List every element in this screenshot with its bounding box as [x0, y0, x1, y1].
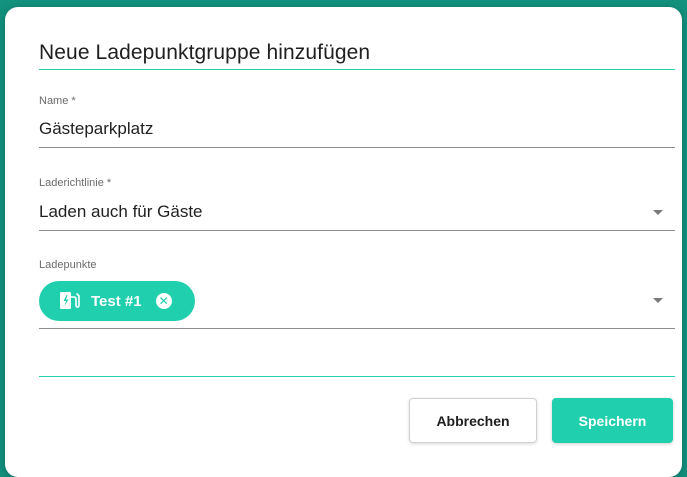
- policy-select-underline: [39, 230, 675, 231]
- name-field-label: Name *: [39, 95, 76, 107]
- name-field-underline: [39, 147, 675, 148]
- policy-field-label: Laderichtlinie *: [39, 177, 112, 189]
- chargepoints-select-underline: [39, 328, 675, 329]
- name-field[interactable]: Gästeparkplatz: [39, 119, 153, 139]
- policy-select[interactable]: Laden auch für Gäste: [39, 202, 203, 222]
- title-divider: [39, 69, 675, 70]
- chip-remove-icon[interactable]: ✕: [155, 293, 172, 309]
- dialog-title: Neue Ladepunktgruppe hinzufügen: [39, 41, 371, 64]
- policy-dropdown-icon[interactable]: [653, 210, 663, 215]
- ev-charger-icon: [59, 290, 81, 312]
- add-chargepoint-group-dialog: Neue Ladepunktgruppe hinzufügen Name * G…: [5, 7, 682, 477]
- save-button[interactable]: Speichern: [552, 398, 673, 443]
- chip-label: Test #1: [91, 292, 142, 310]
- cancel-button[interactable]: Abbrechen: [409, 398, 537, 443]
- chargepoints-dropdown-icon[interactable]: [653, 298, 663, 303]
- footer-divider: [39, 376, 675, 377]
- chargepoint-chip[interactable]: Test #1 ✕: [39, 281, 195, 321]
- chargepoints-field-label: Ladepunkte: [39, 259, 97, 271]
